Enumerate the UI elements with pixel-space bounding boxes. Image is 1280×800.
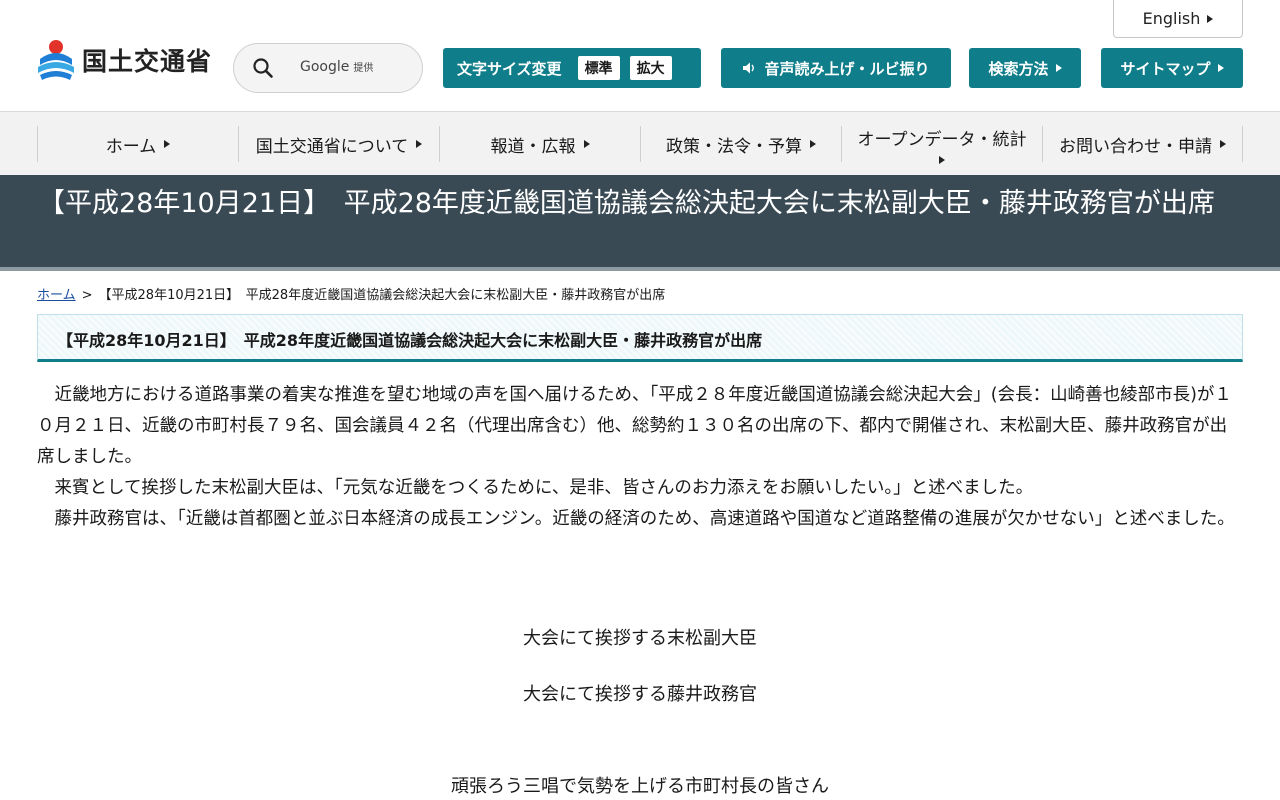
article-paragraph: 藤井政務官は、「近畿は首都圏と並ぶ日本経済の成長エンジン。近畿の経済のため、高速… (54, 509, 1235, 529)
arrow-right-icon (1220, 140, 1226, 148)
nav-item-press[interactable]: 報道・広報 (439, 126, 640, 162)
font-size-control: 文字サイズ変更 標準 拡大 (443, 48, 701, 88)
nav-item-home[interactable]: ホーム (37, 126, 238, 162)
arrow-right-icon (583, 140, 590, 148)
arrow-right-icon (1055, 64, 1062, 72)
english-label: English (1142, 9, 1201, 28)
site-logo[interactable]: 国土交通省 (36, 36, 212, 84)
nav-item-label: お問い合わせ・申請 (1059, 136, 1212, 157)
article-paragraph: 来賓として挨拶した末松副大臣は、「元気な近畿をつくるために、是非、皆さんのお力添… (54, 478, 1034, 498)
nav-item-label: 報道・広報 (490, 136, 576, 157)
article-heading: 【平成28年10月21日】 平成28年度近畿国道協議会総決起大会に末松副大臣・藤… (57, 331, 763, 350)
photo-caption: 頑張ろう三唱で気勢を上げる市町村長の皆さん (451, 776, 829, 797)
nav-item-contact[interactable]: お問い合わせ・申請 (1042, 126, 1243, 162)
breadcrumb-separator: > (81, 288, 93, 303)
article-heading-box: 【平成28年10月21日】 平成28年度近畿国道協議会総決起大会に末松副大臣・藤… (37, 314, 1243, 362)
nav-item-label: 政策・法令・予算 (666, 136, 802, 157)
font-size-normal-button[interactable]: 標準 (577, 56, 620, 80)
page-title: 【平成28年10月21日】 平成28年度近畿国道協議会総決起大会に末松副大臣・藤… (38, 188, 1215, 219)
arrow-right-icon (1207, 14, 1214, 23)
nav-item-about[interactable]: 国土交通省について (238, 126, 439, 162)
english-button[interactable]: English (1113, 0, 1243, 38)
arrow-right-icon (416, 140, 423, 148)
photo-caption: 大会にて挨拶する藤井政務官 (523, 684, 757, 705)
font-size-label: 文字サイズ変更 (457, 59, 562, 78)
arrow-right-icon (810, 140, 816, 148)
nav-item-label: 国土交通省について (255, 136, 409, 157)
nav-item-label: オープンデータ・統計 (857, 129, 1027, 150)
breadcrumb-home-link[interactable]: ホーム (37, 288, 76, 303)
search-placeholder: Google 提供 (300, 59, 373, 75)
search-method-button[interactable]: 検索方法 (969, 48, 1081, 88)
nav-item-policy[interactable]: 政策・法令・予算 (640, 126, 841, 162)
search-icon[interactable] (252, 57, 274, 79)
sitemap-label: サイトマップ (1120, 59, 1211, 78)
site-header: English 国土交通省 Google 提供 文字サイズ変更 標準 拡大 音声… (0, 0, 1280, 112)
nav-item-label: ホーム (105, 136, 157, 157)
global-nav: ホーム 国土交通省について 報道・広報 政策・法令・予算 オープンデータ・統計 … (0, 112, 1280, 175)
search-brand-text: Google (300, 59, 350, 75)
search-method-label: 検索方法 (988, 59, 1049, 78)
font-size-large-button[interactable]: 拡大 (629, 56, 672, 80)
article-paragraph: 近畿地方における道路事業の着実な推進を望む地域の声を国へ届けるため、「平成２８年… (37, 385, 1232, 467)
voice-ruby-label: 音声読み上げ・ルビ振り (764, 59, 930, 78)
voice-ruby-button[interactable]: 音声読み上げ・ルビ振り (721, 48, 951, 88)
site-search: Google 提供 (233, 43, 423, 93)
speaker-icon (742, 61, 756, 75)
photo-caption: 大会にて挨拶する末松副大臣 (523, 628, 757, 649)
nav-item-opendata[interactable]: オープンデータ・統計 (841, 126, 1042, 164)
sitemap-button[interactable]: サイトマップ (1101, 48, 1243, 88)
logo-text: 国土交通省 (82, 47, 213, 76)
arrow-right-icon (1217, 64, 1224, 72)
mlit-logo-icon (36, 37, 76, 83)
page-title-band: 【平成28年10月21日】 平成28年度近畿国道協議会総決起大会に末松副大臣・藤… (0, 175, 1280, 271)
arrow-right-icon (939, 155, 945, 164)
article-body: 近畿地方における道路事業の着実な推進を望む地域の声を国へ届けるため、「平成２８年… (37, 380, 1243, 535)
breadcrumb: ホーム > 【平成28年10月21日】 平成28年度近畿国道協議会総決起大会に末松副… (37, 284, 665, 303)
breadcrumb-current: 【平成28年10月21日】 平成28年度近畿国道協議会総決起大会に末松副大臣・藤… (98, 288, 666, 303)
arrow-right-icon (164, 140, 171, 148)
search-brand-suffix: 提供 (353, 63, 374, 74)
